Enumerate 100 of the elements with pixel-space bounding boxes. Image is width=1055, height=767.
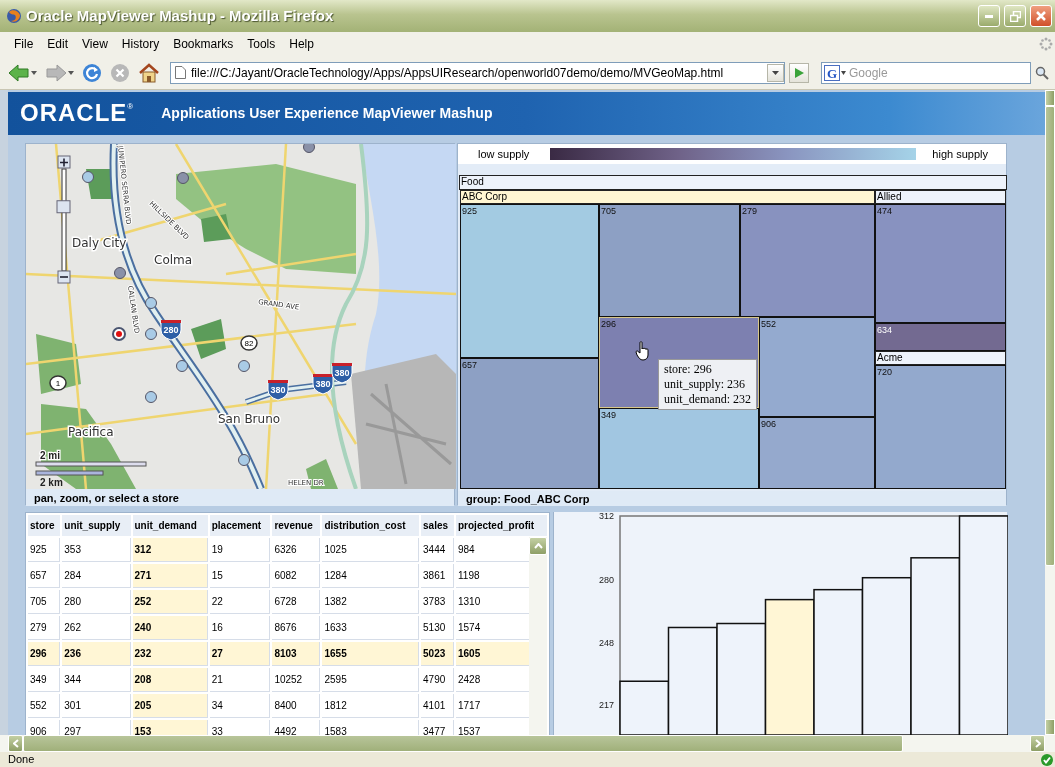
table-cell: 27 <box>209 642 271 666</box>
column-header[interactable]: projected_profit <box>456 515 547 536</box>
column-header[interactable]: store <box>28 515 61 536</box>
caret-left-icon <box>12 739 19 748</box>
caret-down-icon <box>772 70 779 75</box>
table-cell: 252 <box>132 590 208 614</box>
group-header[interactable]: Allied <box>875 190 1006 204</box>
group-header[interactable]: Acme <box>875 351 1006 365</box>
reload-icon <box>82 62 102 83</box>
close-button[interactable] <box>1030 5 1052 27</box>
menu-item[interactable]: File <box>8 34 40 54</box>
group-header[interactable]: ABC Corp <box>460 190 875 204</box>
dropdown-button[interactable] <box>767 63 784 82</box>
house-icon <box>138 62 160 83</box>
treemap-tile[interactable]: 720 <box>875 365 1006 489</box>
search-field[interactable]: G Google <box>821 61 1031 84</box>
caret-down-icon <box>31 70 37 75</box>
treemap-tile[interactable]: 925 <box>460 204 599 358</box>
column-header[interactable]: placement <box>209 515 271 536</box>
scroll-down-button[interactable] <box>1045 719 1055 735</box>
treemap-tile[interactable]: 657 <box>460 358 599 489</box>
legend-label: high supply <box>932 146 988 162</box>
table-cell: 205 <box>132 694 208 718</box>
horizontal-scrollbar[interactable] <box>0 735 1055 752</box>
column-header[interactable]: revenue <box>272 515 321 536</box>
activity-indicator-icon <box>1039 37 1053 51</box>
zoom-in-button[interactable] <box>57 155 71 169</box>
scroll-thumb[interactable] <box>23 735 903 752</box>
browser-logo-icon <box>6 8 22 24</box>
reload-button[interactable] <box>80 62 104 83</box>
table-cell: 232 <box>132 642 208 666</box>
zoom-out-button[interactable] <box>57 270 71 284</box>
scroll-up-button[interactable] <box>529 537 547 555</box>
go-button[interactable] <box>789 62 809 83</box>
table-cell: 153 <box>132 720 208 735</box>
table-cell: 15 <box>209 564 271 588</box>
column-header[interactable]: unit_demand <box>132 515 208 536</box>
minimize-button[interactable] <box>978 5 1000 27</box>
table-cell: 705 <box>28 590 61 614</box>
table-cell: 280 <box>62 590 131 614</box>
table-cell: 6728 <box>272 590 321 614</box>
column-header[interactable]: unit_supply <box>62 515 131 536</box>
column-header[interactable]: distribution_cost <box>322 515 420 536</box>
table-cell: 344 <box>62 668 131 692</box>
treemap-tile[interactable]: 634 <box>875 323 1006 351</box>
search-icon[interactable] <box>1035 65 1049 80</box>
table-cell: 8676 <box>272 616 321 640</box>
restore-button[interactable] <box>1004 5 1026 27</box>
scroll-right-button[interactable] <box>1030 735 1045 752</box>
registered-mark: ® <box>127 102 134 111</box>
table-cell: 3444 <box>421 538 454 562</box>
table-cell: 10252 <box>272 668 321 692</box>
table-cell: 3861 <box>421 564 454 588</box>
table-cell: 284 <box>62 564 131 588</box>
table-cell: 3783 <box>421 590 454 614</box>
treemap-tile[interactable]: 906 <box>759 417 875 489</box>
axis-tick-label: 312 <box>598 512 614 521</box>
vertical-scrollbar[interactable] <box>1045 90 1055 735</box>
table-cell: 657 <box>28 564 61 588</box>
menu-item[interactable]: History <box>115 34 166 54</box>
minimize-icon <box>985 14 993 18</box>
group-header[interactable]: Food <box>459 175 1007 190</box>
menu-item[interactable]: Tools <box>241 34 282 54</box>
table-cell: 208 <box>132 668 208 692</box>
stop-icon <box>110 62 130 83</box>
scale-label: 2 km <box>40 477 63 488</box>
scroll-up-button[interactable] <box>1045 90 1055 106</box>
axis-tick-label: 248 <box>598 638 614 649</box>
selected-store-marker <box>112 327 126 341</box>
address-field[interactable]: file:///C:/Jayant/OracleTechnology/Apps/AppsUIResearch/openworld07demo/demo/MVGeoMap.html <box>170 61 785 84</box>
table-cell: 353 <box>62 538 131 562</box>
highway-shield: 82 <box>240 335 258 351</box>
treemap-tile[interactable]: 705 <box>599 204 740 317</box>
back-button[interactable] <box>6 62 39 83</box>
caret-right-icon <box>1034 739 1041 748</box>
table-scrollbar[interactable] <box>529 537 547 735</box>
menu-item[interactable]: Bookmarks <box>167 34 240 54</box>
zoom-slider-thumb[interactable] <box>56 200 71 214</box>
table-cell: 925 <box>28 538 61 562</box>
menu-item[interactable]: View <box>76 34 114 54</box>
table-cell: 21 <box>209 668 271 692</box>
treemap-tile[interactable]: 474 <box>875 204 1006 323</box>
menu-item[interactable]: Help <box>283 34 320 54</box>
table-cell: 4101 <box>421 694 454 718</box>
table-cell: 4790 <box>421 668 454 692</box>
table-cell: 34 <box>209 694 271 718</box>
column-header[interactable]: sales <box>421 515 454 536</box>
place-label: Colma <box>154 253 193 267</box>
treemap-tile[interactable]: 349 <box>599 408 759 489</box>
group-status-text: group: Food_ABC Corp <box>458 491 1006 506</box>
play-icon <box>794 67 804 78</box>
restore-icon <box>1009 10 1021 22</box>
treemap-tile[interactable]: 279 <box>740 204 875 317</box>
scroll-left-button[interactable] <box>8 735 23 752</box>
page-title: Applications User Experience MapViewer Mashup <box>161 104 493 123</box>
close-icon <box>1036 11 1046 21</box>
treemap-tile[interactable]: 552 <box>759 317 875 417</box>
menu-item[interactable]: Edit <box>41 34 75 54</box>
table-cell: 5023 <box>421 642 454 666</box>
scroll-thumb[interactable] <box>1045 106 1055 566</box>
